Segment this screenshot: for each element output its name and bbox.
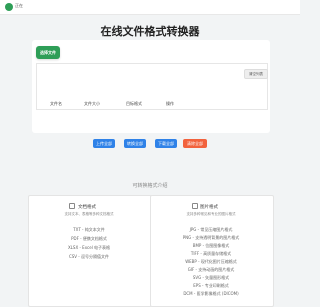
document-format-item: TXT - 纯文本文件 — [73, 227, 105, 232]
document-icon — [69, 203, 75, 209]
image-format-item: JPG - 常见压缩图片格式 — [189, 227, 233, 232]
document-format-item: PDF - 便携文档格式 — [71, 236, 107, 241]
clear-all-button[interactable]: 清除全部 — [183, 139, 207, 148]
image-format-item: BMP - 位图图像格式 — [192, 243, 230, 248]
clear-list-button[interactable]: 清空列表 — [244, 69, 268, 79]
column-header-filesize: 文件大小 — [84, 101, 100, 106]
logo-text: 正在 — [15, 3, 23, 8]
column-header-filename: 文件名 — [50, 101, 62, 106]
image-format-item: GIF - 支持动画的图片格式 — [187, 267, 235, 272]
formats-section-heading: 可转换格式介绍 — [132, 183, 168, 189]
convert-all-button[interactable]: 转换全部 — [124, 139, 146, 148]
logo-icon[interactable] — [5, 3, 13, 11]
download-all-button[interactable]: 下载全部 — [155, 139, 177, 148]
document-format-item: CSV - 逗号分隔值文件 — [68, 254, 110, 259]
image-formats-desc: 支持多种常见和专业的图片格式 — [186, 212, 236, 216]
document-formats-desc: 支持文本、表格等多种文档格式 — [64, 212, 114, 216]
image-format-item: TIFF - 高质量存储格式 — [190, 251, 232, 256]
file-list-area[interactable] — [36, 63, 268, 110]
image-format-item: SVG - 矢量图形格式 — [192, 275, 230, 280]
document-format-item: XLSX - Excel 电子表格 — [67, 245, 111, 250]
page-title: 在线文件格式转换器 — [100, 25, 200, 38]
image-format-item: PNG - 支持透明背景的图片格式 — [182, 235, 240, 240]
image-icon — [192, 203, 198, 209]
image-formats-title: 图片格式 — [200, 205, 218, 210]
column-header-actions: 操作 — [166, 101, 174, 106]
column-header-target-format: 目标格式 — [126, 101, 142, 106]
image-format-item: WEBP - 现代化图片压缩格式 — [185, 259, 237, 264]
select-file-button[interactable]: 选择文件 — [36, 46, 60, 59]
document-formats-title: 文档格式 — [78, 205, 96, 210]
image-format-item: DCM - 医学影像格式 (DICOM) — [183, 291, 239, 296]
image-format-item: EPS - 专业印刷格式 — [193, 283, 229, 288]
upload-all-button[interactable]: 上传全部 — [93, 139, 115, 148]
top-bar — [0, 0, 300, 15]
